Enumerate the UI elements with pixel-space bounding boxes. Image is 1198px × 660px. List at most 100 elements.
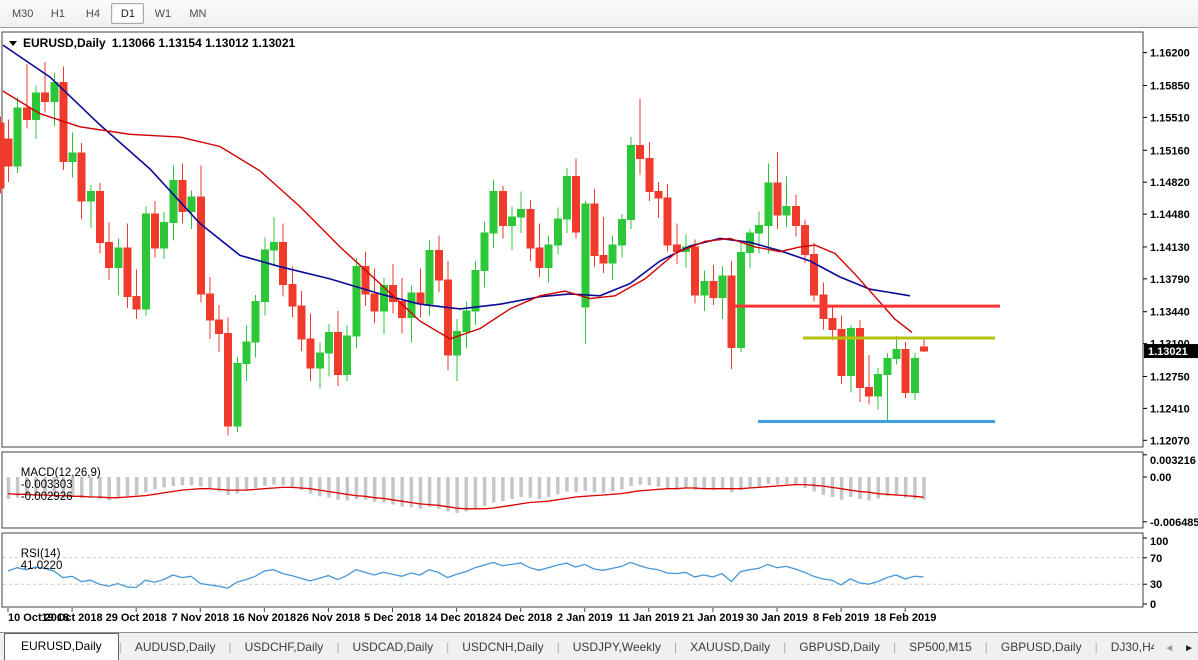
rsi-indicator-label: RSI(14) 41.0220 xyxy=(8,536,62,584)
candle-body xyxy=(783,207,790,215)
tab-scroll-left-icon[interactable]: ◄ xyxy=(1164,643,1174,654)
candle-body xyxy=(719,276,726,298)
candle-body xyxy=(811,254,818,294)
price-axis-label: 1.15160 xyxy=(1150,145,1190,157)
candle-body xyxy=(197,197,204,294)
candle-body xyxy=(23,108,30,119)
candle-body xyxy=(97,192,104,243)
chart-tab-dj30-h4[interactable]: DJ30,H4 xyxy=(1098,635,1154,660)
rsi-panel[interactable] xyxy=(2,533,1143,607)
candle-body xyxy=(225,333,232,426)
candle-body xyxy=(499,192,506,226)
candle-body xyxy=(609,245,616,263)
date-axis-label: 24 Dec 2018 xyxy=(489,612,552,624)
candle-body xyxy=(838,330,845,376)
candle-body xyxy=(270,242,277,250)
candle-body xyxy=(774,183,781,215)
candle-body xyxy=(765,183,772,225)
candle-body xyxy=(875,375,882,397)
candle-body xyxy=(664,198,671,245)
macd-signal-value: -0.002926 xyxy=(21,491,73,503)
candle-body xyxy=(234,363,241,426)
candle-body xyxy=(893,349,900,358)
candle-body xyxy=(472,270,479,310)
date-axis-label: 8 Feb 2019 xyxy=(813,612,869,624)
timeframe-button-m30[interactable]: M30 xyxy=(6,3,39,24)
chart-title: EURUSD,Daily 1.13066 1.13154 1.13012 1.1… xyxy=(9,36,295,50)
chart-tab-usdjpy-weekly[interactable]: USDJPY,Weekly xyxy=(560,635,674,660)
candle-body xyxy=(78,153,85,201)
date-axis-label: 26 Nov 2018 xyxy=(297,612,361,624)
rsi-axis-label: 30 xyxy=(1150,579,1162,591)
candle-body xyxy=(124,248,131,297)
candle-body xyxy=(536,248,543,268)
date-axis-label: 2 Jan 2019 xyxy=(557,612,613,624)
candle-body xyxy=(637,146,644,159)
macd-axis-label: 0.00 xyxy=(1150,472,1171,484)
chart-tab-usdchf-daily[interactable]: USDCHF,Daily xyxy=(232,635,337,660)
chart-tab-xauusd-daily[interactable]: XAUUSD,Daily xyxy=(677,635,783,660)
candle-body xyxy=(792,207,799,226)
candle-body xyxy=(490,192,497,233)
candle-body xyxy=(921,347,928,351)
timeframe-button-mn[interactable]: MN xyxy=(181,3,214,24)
price-axis-label: 1.15510 xyxy=(1150,112,1190,124)
chart-canvas[interactable]: 1.162001.158501.155101.151601.148201.144… xyxy=(0,0,1198,660)
chart-tab-gbpusd-daily[interactable]: GBPUSD,Daily xyxy=(988,635,1095,660)
candle-body xyxy=(344,336,351,374)
chart-tab-usdcnh-daily[interactable]: USDCNH,Daily xyxy=(449,635,556,660)
candle-body xyxy=(847,329,854,376)
candle-body xyxy=(573,177,580,232)
candle-body xyxy=(518,209,525,217)
timeframe-button-w1[interactable]: W1 xyxy=(146,3,179,24)
mt4-terminal: M30H1H4D1W1MN 1.162001.158501.155101.151… xyxy=(0,0,1198,660)
price-axis-label: 1.12070 xyxy=(1150,435,1190,447)
timeframe-button-h1[interactable]: H1 xyxy=(41,3,74,24)
macd-panel[interactable] xyxy=(2,452,1143,528)
candle-body xyxy=(216,320,223,333)
candle-body xyxy=(582,204,589,307)
candle-body xyxy=(42,93,49,101)
macd-axis-label: 0.003216 xyxy=(1150,455,1196,467)
candle-body xyxy=(0,123,4,188)
chart-tab-sp500-m15[interactable]: SP500,M15 xyxy=(896,635,985,660)
price-axis-label: 1.12410 xyxy=(1150,403,1190,415)
candle-body xyxy=(728,276,735,347)
macd-axis-label: -0.006485 xyxy=(1150,517,1198,529)
price-axis-label: 1.13790 xyxy=(1150,274,1190,286)
chart-tab-eurusd-daily[interactable]: EURUSD,Daily xyxy=(4,633,119,660)
date-axis-label: 21 Jan 2019 xyxy=(682,612,744,624)
candle-body xyxy=(188,197,195,211)
price-axis-label: 1.15850 xyxy=(1150,81,1190,93)
date-axis-label: 7 Nov 2018 xyxy=(172,612,229,624)
candle-body xyxy=(170,180,177,222)
tab-scroll-buttons: ◄ ► xyxy=(1164,643,1194,654)
chart-tabs: EURUSD,Daily|AUDUSD,Daily|USDCHF,Daily|U… xyxy=(4,632,1154,660)
chart-tab-audusd-daily[interactable]: AUDUSD,Daily xyxy=(122,635,229,660)
candle-body xyxy=(655,192,662,199)
macd-indicator-label: MACD(12,26,9) -0.003303 -0.002926 xyxy=(8,455,101,515)
candle-body xyxy=(106,242,113,267)
candle-body xyxy=(261,250,268,302)
date-axis-label: 11 Jan 2019 xyxy=(618,612,679,624)
candle-body xyxy=(692,247,699,295)
tab-scroll-right-icon[interactable]: ► xyxy=(1184,643,1194,654)
chart-tab-usdcad-daily[interactable]: USDCAD,Daily xyxy=(339,635,446,660)
candle-body xyxy=(371,294,378,311)
symbol-dropdown-icon[interactable] xyxy=(9,41,17,46)
candle-body xyxy=(243,342,250,364)
candle-body xyxy=(151,214,158,248)
candle-body xyxy=(563,177,570,219)
rsi-axis-label: 100 xyxy=(1150,536,1168,548)
candle-body xyxy=(69,153,76,161)
candle-body xyxy=(298,306,305,339)
candle-body xyxy=(353,267,360,336)
candle-body xyxy=(87,192,94,201)
candle-body xyxy=(646,159,653,192)
chart-tab-gbpusd-daily[interactable]: GBPUSD,Daily xyxy=(786,635,893,660)
timeframe-button-d1[interactable]: D1 xyxy=(111,3,144,24)
candle-body xyxy=(280,242,287,284)
candle-body xyxy=(426,251,433,305)
timeframe-button-h4[interactable]: H4 xyxy=(76,3,109,24)
date-axis-label: 19 Oct 2018 xyxy=(42,612,103,624)
